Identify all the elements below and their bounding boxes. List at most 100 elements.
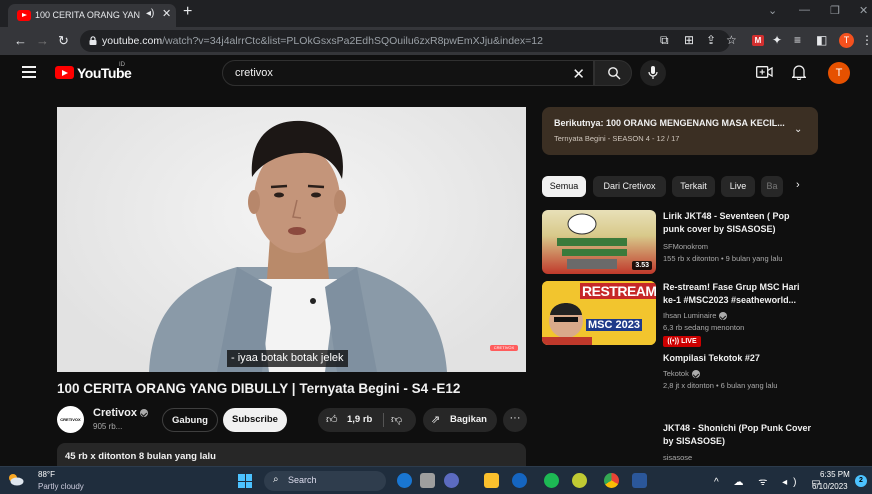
tab-title: 100 CERITA ORANG YANG DI [35,10,140,20]
live-badge: ((•)) LIVE [663,336,701,347]
more-actions-button[interactable]: ··· [503,408,527,432]
translate-icon[interactable]: ⊞ [684,33,694,47]
youtube-favicon-icon [17,10,31,21]
app-icon-5[interactable] [512,473,527,488]
clock-time[interactable]: 6:35 PM [820,470,850,479]
browser-toolbar: ← → ↻ youtube.com/watch?v=34j4alrrCtc&li… [0,27,872,55]
share-label: Bagikan [450,414,487,425]
subscribe-button[interactable]: Subscribe [223,408,287,432]
chip-dari-cretivox[interactable]: Dari Cretivox [593,176,666,197]
video-frame-person [149,120,447,372]
recommendation-title[interactable]: JKT48 - Shonichi (Pop Punk Cover by SISA… [663,422,813,448]
tab-audio-icon[interactable]: ◂) [146,8,154,19]
search-input[interactable]: cretivox ✕ [222,60,594,86]
like-button-icon[interactable]: 👍︎ [326,413,338,426]
live-label: LIVE [681,338,697,345]
side-panel-icon[interactable]: ◧ [816,33,827,47]
video-title: 100 CERITA ORANG YANG DIBULLY | Ternyata… [57,381,461,396]
weather-description[interactable]: Partly cloudy [38,482,84,491]
views-and-date: 45 rb x ditonton 8 bulan yang lalu [65,451,216,462]
like-dislike-group: 👍︎ 1,9 rb 👎︎ [318,408,416,432]
tab-close-icon[interactable]: ✕ [162,7,171,20]
recommendation-channel[interactable]: Ihsan Luminaire [663,311,728,321]
app-icon-3[interactable] [444,473,459,488]
like-count[interactable]: 1,9 rb [347,414,372,425]
channel-name[interactable]: Cretivox [93,407,149,419]
video-duration: 3.53 [632,261,652,270]
notification-badge[interactable]: 2 [855,475,867,487]
search-button[interactable] [594,60,632,86]
windows-start-icon[interactable] [238,474,252,488]
subscriber-count: 905 rb... [93,422,123,431]
app-icon-1[interactable] [397,473,412,488]
clock-date[interactable]: 6/10/2023 [812,482,848,491]
taskbar-search[interactable]: ⌕ Search [264,471,386,491]
new-tab-button[interactable]: + [183,3,192,21]
back-button[interactable]: ← [14,33,27,48]
bell-icon [792,65,806,80]
weather-temperature[interactable]: 88°F [38,470,55,479]
extension-icon[interactable]: ✦ [772,33,782,47]
chip-terkait[interactable]: Terkait [672,176,715,197]
forward-button[interactable]: → [36,33,49,48]
thumbnail-text-bottom: MSC 2023 [586,319,642,331]
weather-cloud-icon[interactable] [7,472,24,486]
create-video-button[interactable] [756,65,773,79]
chip-scroll-next-icon[interactable]: › [796,179,800,191]
notifications-button[interactable] [792,64,806,80]
playlist-panel[interactable]: Berikutnya: 100 ORANG MENGENANG MASA KEC… [542,107,818,155]
recommendation-meta: 155 rb x ditonton • 9 bulan yang lalu [663,254,783,263]
address-bar[interactable]: youtube.com/watch?v=34j4alrrCtc&list=PLO… [80,30,730,52]
voice-search-button[interactable] [640,60,666,86]
recommendation-thumbnail[interactable]: RESTREAM MSC 2023 [542,281,656,345]
chrome-icon[interactable] [604,473,619,488]
share-button[interactable]: ⇗ Bagikan [423,408,497,432]
reload-button[interactable]: ↻ [58,33,69,49]
minimize-button[interactable]: — [799,4,810,16]
chip-partial[interactable]: Ba [761,176,783,197]
channel-avatar[interactable]: CRETIVOX [57,406,84,433]
search-icon [608,67,621,80]
recommendation-channel[interactable]: Tekotok [663,369,700,379]
recommendation-title[interactable]: Re-stream! Fase Grup MSC Hari ke-1 #MSC2… [663,281,813,307]
recommendation-channel-name: Ihsan Luminaire [663,311,717,320]
recommendation-thumbnail[interactable]: 3.53 [542,210,656,274]
join-button[interactable]: Gabung [162,408,218,432]
share-page-icon[interactable]: ⇪ [706,33,716,47]
bookmark-star-icon[interactable]: ☆ [726,33,737,47]
app-icon-7[interactable] [572,473,587,488]
search-query-text: cretivox [235,67,273,79]
recommendation-title[interactable]: Lirik JKT48 - Seventeen ( Pop punk cover… [663,210,813,236]
media-control-icon[interactable]: ≡ [794,33,801,47]
dislike-button-icon[interactable]: 👎︎ [391,413,402,426]
spotify-icon[interactable] [544,473,559,488]
clear-search-icon[interactable]: ✕ [572,65,585,83]
browser-profile-avatar[interactable]: T [839,33,854,48]
video-player[interactable] [57,107,526,372]
extension-m-icon[interactable]: M [752,35,764,46]
app-icon-2[interactable] [420,473,435,488]
recommendation-title[interactable]: Kompilasi Tekotok #27 [663,352,813,365]
hamburger-menu-icon[interactable] [22,66,36,78]
browser-tab-strip: 100 CERITA ORANG YANG DI ◂) ✕ + ⌄ — ❐ ✕ [0,0,872,27]
tab-search-icon[interactable]: ⌄ [768,4,777,17]
logo-country-code: ID [119,62,125,68]
browser-menu-icon[interactable]: ⋮ [861,33,872,47]
restore-button[interactable]: ❐ [830,4,840,17]
chevron-down-icon[interactable]: ⌄ [794,124,802,135]
windows-taskbar: 88°F Partly cloudy ⌕ Search ^ ☁ ᯤ ◂) ▭ 6… [0,466,872,494]
file-explorer-icon[interactable] [484,473,499,488]
window-close-button[interactable]: ✕ [859,4,868,17]
chip-semua[interactable]: Semua [542,176,586,197]
recommendation-meta: 2,8 jt x ditonton • 6 bulan yang lalu [663,381,778,390]
cast-icon[interactable]: ⧉ [660,33,669,48]
recommendation-channel[interactable]: sisasose [663,453,692,462]
channel-watermark: CRETIVOX [490,345,518,351]
system-tray-icons[interactable]: ^ ☁ ᯤ ◂) ▭ [714,474,827,488]
browser-tab[interactable]: 100 CERITA ORANG YANG DI ◂) ✕ [8,4,176,27]
user-avatar[interactable]: T [828,62,850,84]
chip-live[interactable]: Live [721,176,755,197]
recommendation-channel[interactable]: SFMonokrom [663,242,708,251]
like-divider [383,413,384,427]
word-icon[interactable] [632,473,647,488]
